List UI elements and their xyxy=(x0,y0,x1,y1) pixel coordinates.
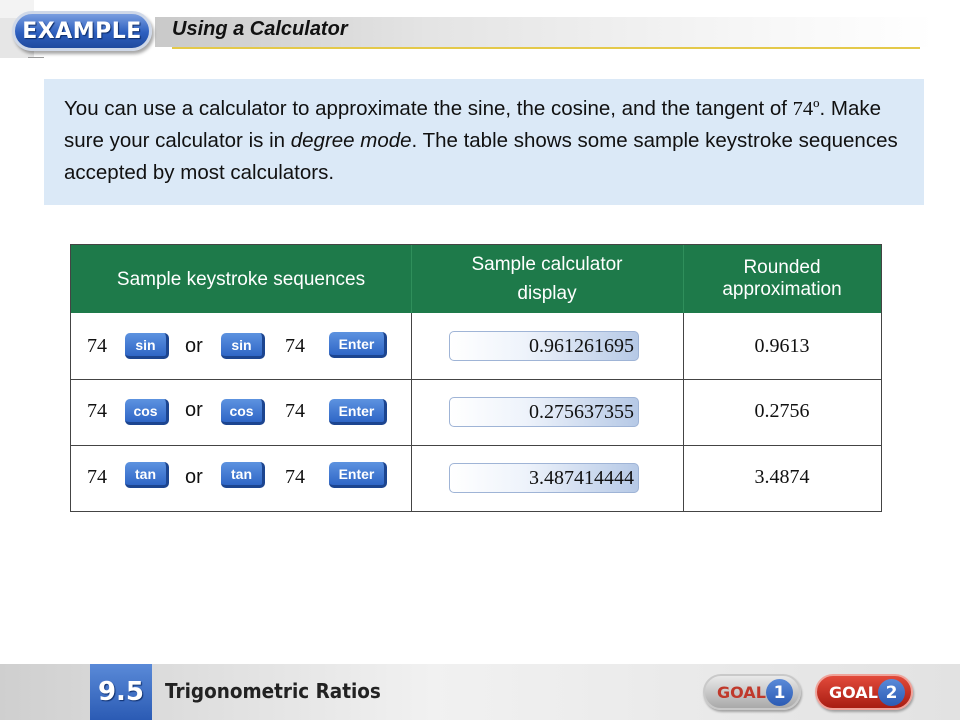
goal-1-number: 1 xyxy=(766,679,793,706)
angle-value: 74 xyxy=(87,400,107,422)
sin-key[interactable]: sin xyxy=(125,333,169,359)
calculator-display: 0.961261695 xyxy=(449,331,639,361)
enter-key[interactable]: Enter xyxy=(329,462,387,488)
or-text: or xyxy=(185,466,203,488)
column-header-rounded: Rounded approximation xyxy=(683,245,881,313)
column-header-rounded-label: Rounded approximation xyxy=(722,257,842,300)
page-title: Using a Calculator xyxy=(172,18,348,40)
calculator-display: 3.487414444 xyxy=(449,463,639,493)
goal-2-label: GOAL xyxy=(829,682,878,702)
intro-box: You can use a calculator to approximate … xyxy=(44,79,924,205)
table-row-sin: 74 sin or sin 74 Enter 0.961261695 0.961… xyxy=(71,313,881,379)
angle-value: 74 xyxy=(87,466,107,488)
goal-1-label: GOAL xyxy=(717,682,766,702)
tan-key[interactable]: tan xyxy=(221,462,265,488)
angle-value: 74 xyxy=(87,335,107,357)
angle-value: 74 xyxy=(285,400,305,422)
tan-key[interactable]: tan xyxy=(125,462,169,488)
enter-key[interactable]: Enter xyxy=(329,332,387,358)
angle-value: 74 xyxy=(285,335,305,357)
cos-key[interactable]: cos xyxy=(125,399,169,425)
section-title: Trigonometric Ratios xyxy=(165,679,381,703)
intro-angle: 74º xyxy=(792,98,820,120)
column-header-keystrokes: Sample keystroke sequences xyxy=(116,268,366,290)
rounded-value: 3.4874 xyxy=(754,466,810,488)
cos-key[interactable]: cos xyxy=(221,399,265,425)
intro-text-part1: You can use a calculator to approximate … xyxy=(64,97,793,120)
corner-mark xyxy=(28,57,44,58)
section-number-badge: 9.5 xyxy=(90,664,152,720)
or-text: or xyxy=(185,399,203,421)
table-header: Sample keystroke sequences Sample calcul… xyxy=(71,245,881,313)
header-rule xyxy=(172,47,920,49)
angle-value: 74 xyxy=(285,466,305,488)
header-divider xyxy=(411,245,412,313)
goal-1-button[interactable]: GOAL 1 xyxy=(703,674,801,710)
or-text: or xyxy=(185,335,203,357)
column-header-display-label: Sample calculator display xyxy=(471,254,623,304)
keystroke-table: Sample keystroke sequences Sample calcul… xyxy=(70,244,882,512)
table-row-tan: 74 tan or tan 74 Enter 3.487414444 3.487… xyxy=(71,445,881,511)
sin-key[interactable]: sin xyxy=(221,333,265,359)
example-badge: EXAMPLE xyxy=(12,11,152,51)
rounded-value: 0.9613 xyxy=(754,335,810,357)
table-row-cos: 74 cos or cos 74 Enter 0.275637355 0.275… xyxy=(71,379,881,445)
intro-mode: degree mode xyxy=(290,129,412,152)
column-header-display: Sample calculator display xyxy=(411,245,683,313)
goal-2-button[interactable]: GOAL 2 xyxy=(815,674,913,710)
calculator-display: 0.275637355 xyxy=(449,397,639,427)
rounded-value: 0.2756 xyxy=(754,400,810,422)
enter-key[interactable]: Enter xyxy=(329,399,387,425)
goal-2-number: 2 xyxy=(878,679,905,706)
header-divider xyxy=(683,245,684,313)
